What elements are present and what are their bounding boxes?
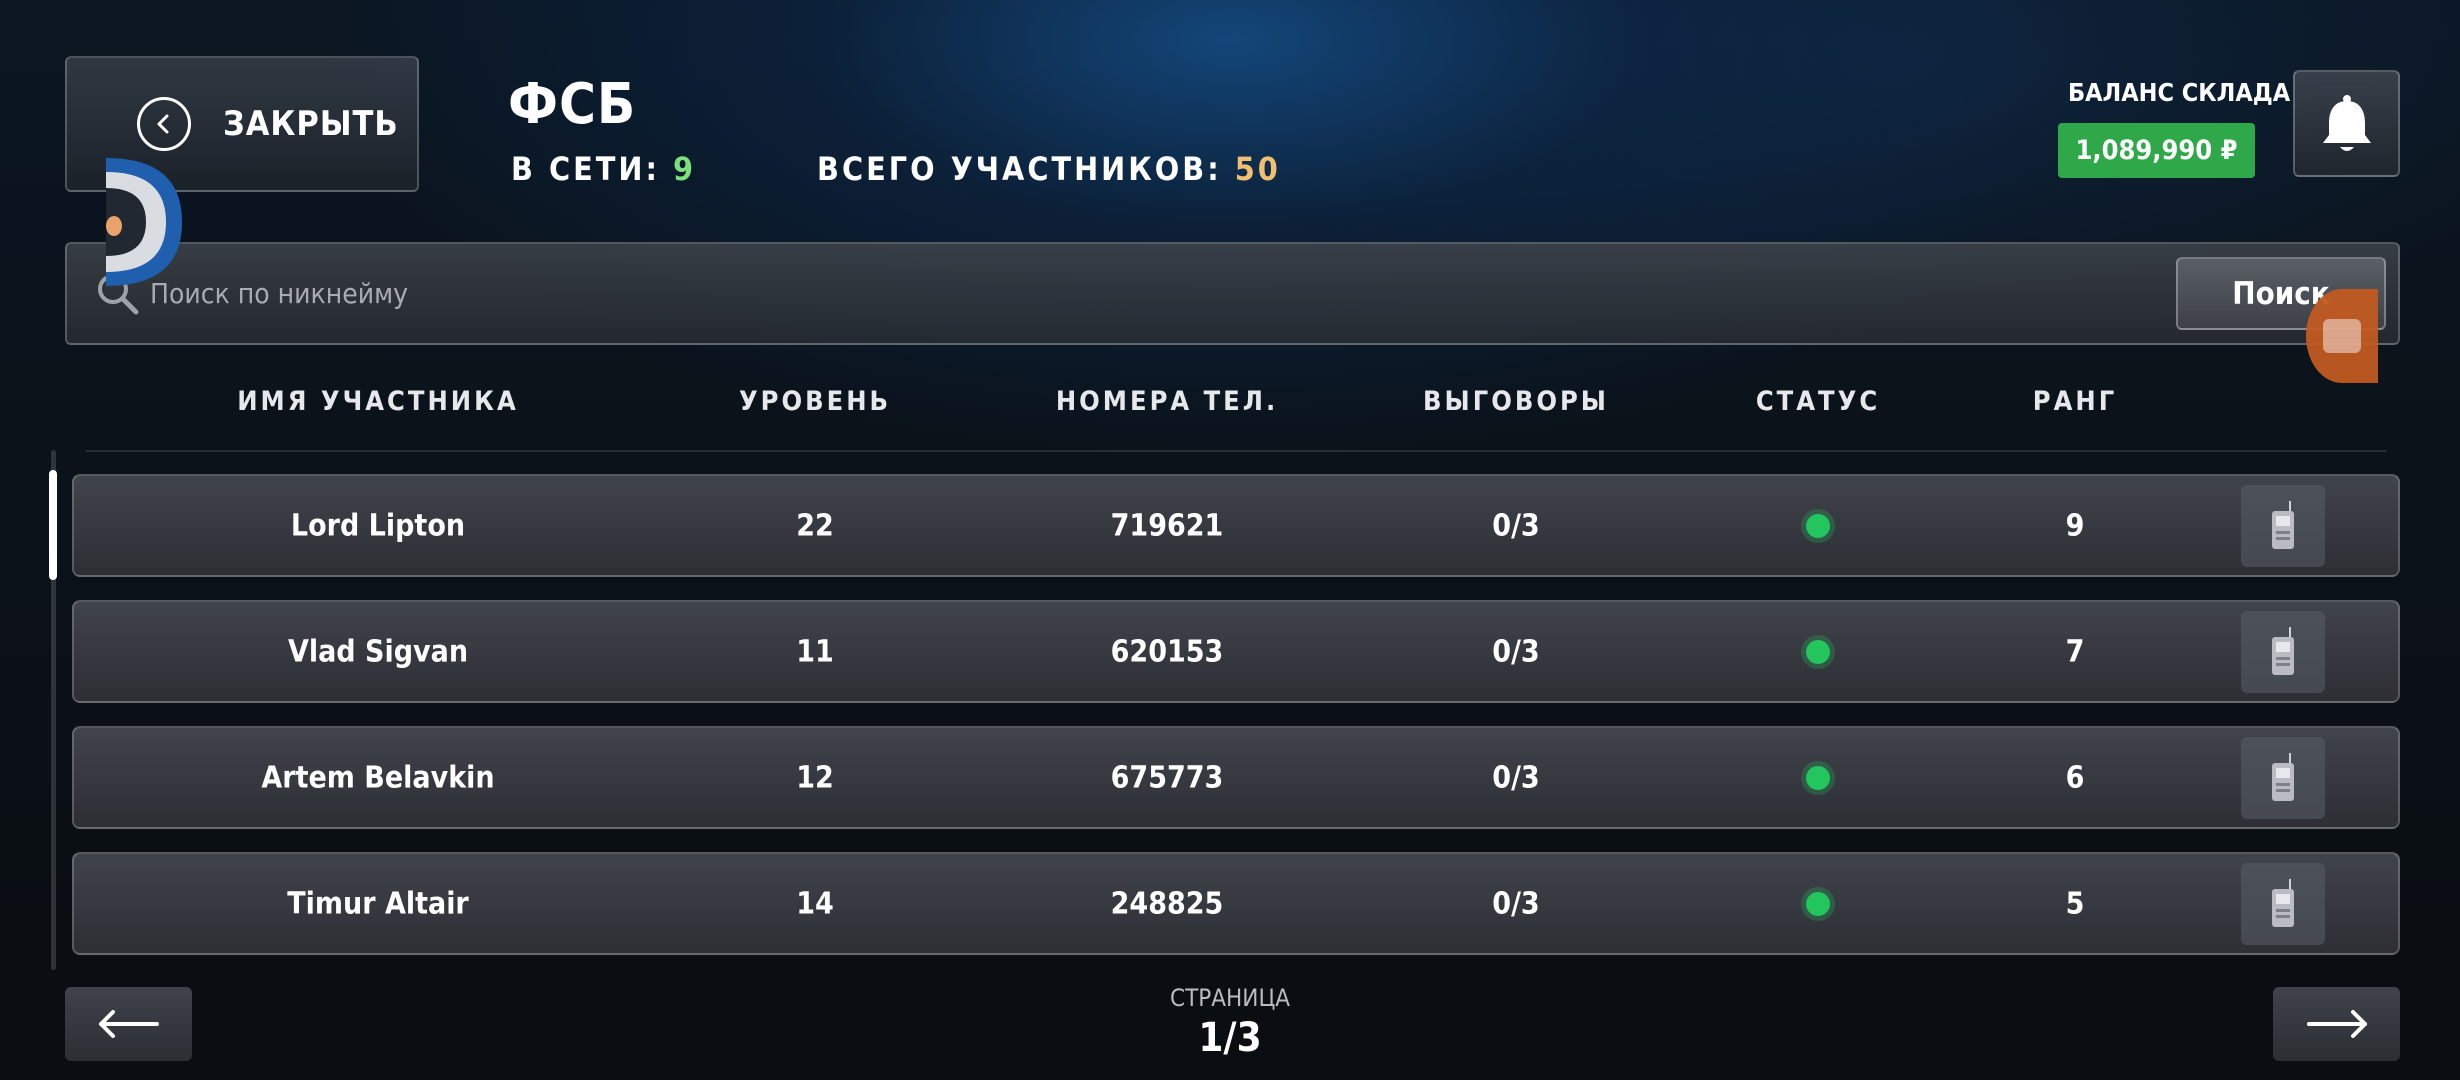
column-header-rank: РАНГ — [2032, 386, 2118, 417]
online-label: В СЕТИ: — [511, 150, 660, 188]
member-name: Lord Lipton — [290, 508, 466, 544]
column-header-level: УРОВЕНЬ — [738, 386, 892, 417]
walkie-talkie-icon — [2272, 879, 2294, 927]
overlay-avatar-icon[interactable] — [106, 158, 182, 286]
column-header-name: ИМЯ УЧАСТНИКА — [237, 386, 519, 417]
chevron-left-icon — [137, 97, 191, 151]
notifications-button[interactable] — [2293, 70, 2400, 177]
walkie-talkie-icon — [2272, 627, 2294, 675]
status-online-indicator — [1806, 514, 1830, 538]
member-rank: 5 — [2065, 886, 2085, 922]
walkie-talkie-button[interactable] — [2241, 863, 2325, 945]
warehouse-balance-value: 1,089,990 ₽ — [2058, 123, 2255, 178]
scrollbar-thumb[interactable] — [49, 470, 57, 580]
online-count: 9 — [673, 150, 697, 188]
member-level: 22 — [796, 508, 834, 544]
walkie-talkie-button[interactable] — [2241, 611, 2325, 693]
page-label: СТРАНИЦА — [1170, 984, 1290, 1012]
arrow-right-icon — [2306, 1010, 2367, 1038]
prev-page-button[interactable] — [65, 987, 192, 1061]
bell-icon — [2322, 94, 2371, 151]
total-members-count: 50 — [1234, 150, 1281, 188]
overlay-record-icon[interactable] — [2306, 289, 2378, 383]
walkie-talkie-button[interactable] — [2241, 485, 2325, 567]
member-phone: 719621 — [1110, 508, 1224, 544]
member-warnings: 0/3 — [1492, 634, 1540, 670]
next-page-button[interactable] — [2273, 987, 2400, 1061]
status-online-indicator — [1806, 892, 1830, 916]
total-members-label: ВСЕГО УЧАСТНИКОВ: — [817, 150, 1222, 188]
arrow-left-icon — [98, 1010, 159, 1038]
search-input[interactable] — [150, 262, 2050, 324]
online-stat: В СЕТИ: 9 — [511, 150, 696, 188]
member-level: 11 — [796, 634, 834, 670]
member-rank: 9 — [2065, 508, 2085, 544]
walkie-talkie-icon — [2272, 753, 2294, 801]
member-warnings: 0/3 — [1492, 508, 1540, 544]
close-label: ЗАКРЫТЬ — [223, 104, 399, 144]
member-level: 14 — [796, 886, 834, 922]
member-warnings: 0/3 — [1492, 760, 1540, 796]
page-title: ФСБ — [508, 72, 637, 137]
member-phone: 675773 — [1110, 760, 1224, 796]
walkie-talkie-icon — [2272, 501, 2294, 549]
status-online-indicator — [1806, 766, 1830, 790]
member-name: Artem Belavkin — [261, 760, 495, 796]
column-header-warnings: ВЫГОВОРЫ — [1423, 386, 1609, 417]
member-level: 12 — [796, 760, 834, 796]
column-header-status: СТАТУС — [1755, 386, 1881, 417]
status-online-indicator — [1806, 640, 1830, 664]
member-name: Timur Altair — [287, 886, 469, 922]
member-phone: 620153 — [1110, 634, 1224, 670]
member-phone: 248825 — [1110, 886, 1224, 922]
warehouse-balance-label: БАЛАНС СКЛАДА — [2068, 78, 2291, 107]
total-members-stat: ВСЕГО УЧАСТНИКОВ: 50 — [817, 150, 1281, 188]
column-header-phone: НОМЕРА ТЕЛ. — [1055, 386, 1279, 417]
walkie-talkie-button[interactable] — [2241, 737, 2325, 819]
member-warnings: 0/3 — [1492, 886, 1540, 922]
member-rank: 7 — [2065, 634, 2085, 670]
page-number: 1/3 — [1198, 1015, 1262, 1061]
header-divider — [86, 450, 2386, 452]
member-rank: 6 — [2065, 760, 2085, 796]
member-name: Vlad Sigvan — [287, 634, 469, 670]
